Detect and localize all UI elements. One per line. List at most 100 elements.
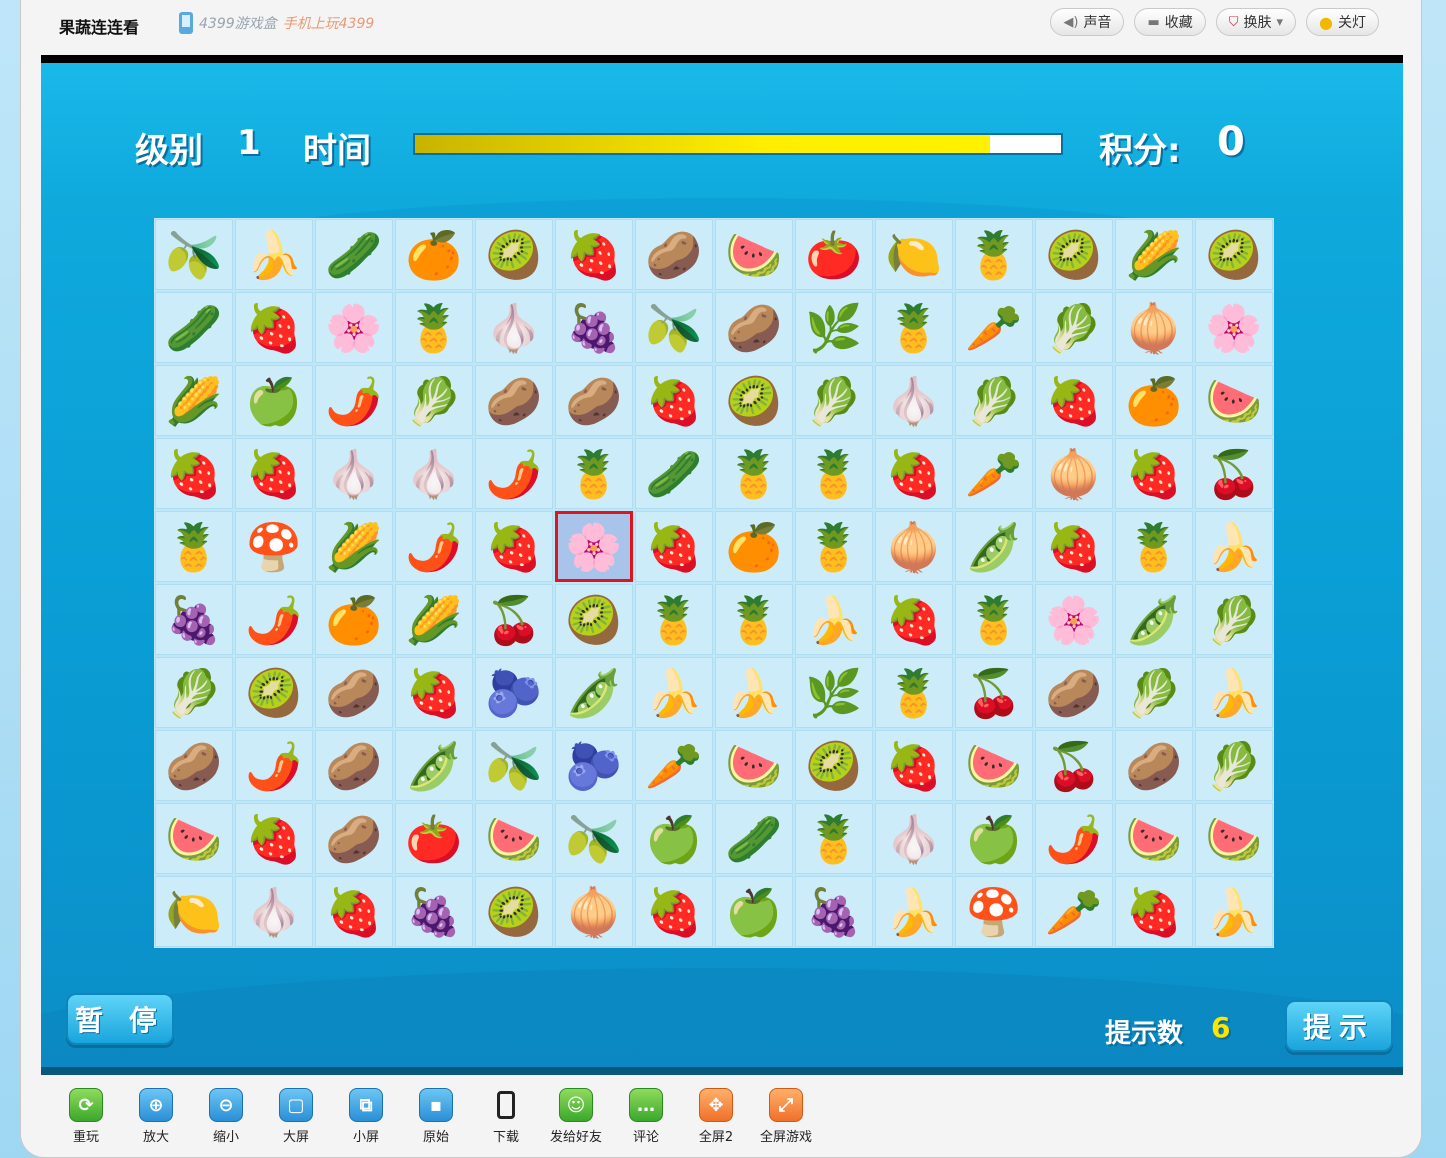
tile[interactable]: 🍇 — [795, 876, 873, 947]
tile[interactable]: 🍓 — [395, 657, 473, 728]
tile[interactable]: 🍄 — [955, 876, 1033, 947]
tile[interactable]: 🍄 — [235, 511, 313, 582]
tile[interactable]: 🥬 — [955, 365, 1033, 436]
tile[interactable]: 🧅 — [555, 876, 633, 947]
tile[interactable]: 🥒 — [715, 803, 793, 874]
tile[interactable]: 🥝 — [1035, 219, 1113, 290]
tile[interactable]: 🥔 — [315, 730, 393, 801]
tile[interactable]: 🍅 — [795, 219, 873, 290]
toolbar-small-screen-button[interactable]: ⧉ 小屏 — [331, 1088, 401, 1145]
tile[interactable]: 🥬 — [795, 365, 873, 436]
tile[interactable]: 🍓 — [555, 219, 633, 290]
hint-button[interactable]: 提示 — [1285, 1000, 1393, 1052]
tile[interactable]: 🥒 — [155, 292, 233, 363]
tile[interactable]: 🍊 — [315, 584, 393, 655]
tile[interactable]: 🍓 — [1035, 365, 1113, 436]
tile[interactable]: 🍊 — [715, 511, 793, 582]
tile[interactable]: 🥔 — [715, 292, 793, 363]
favorite-button[interactable]: ▬ 收藏 — [1134, 8, 1206, 36]
tile[interactable]: 🍒 — [475, 584, 553, 655]
tile[interactable]: 🍒 — [1195, 438, 1273, 509]
tile[interactable]: 🍒 — [1035, 730, 1113, 801]
tile[interactable]: 🌶️ — [315, 365, 393, 436]
tile[interactable]: 🥬 — [1115, 657, 1193, 728]
tile[interactable]: 🌸 — [1195, 292, 1273, 363]
tile[interactable]: 🍊 — [395, 219, 473, 290]
tile[interactable]: 🍌 — [875, 876, 953, 947]
tile[interactable]: 🌶️ — [235, 730, 313, 801]
tile[interactable]: 🥬 — [155, 657, 233, 728]
tile[interactable]: 🍇 — [395, 876, 473, 947]
tile[interactable]: 🍌 — [715, 657, 793, 728]
tile[interactable]: 🫛 — [395, 730, 473, 801]
tile[interactable]: 🌽 — [155, 365, 233, 436]
tile[interactable]: 🍏 — [235, 365, 313, 436]
tile[interactable]: 🍌 — [235, 219, 313, 290]
tile[interactable]: 🍓 — [475, 511, 553, 582]
tile[interactable]: 🌶️ — [395, 511, 473, 582]
tile[interactable]: 🫐 — [555, 730, 633, 801]
tile[interactable]: 🥔 — [315, 657, 393, 728]
tile[interactable]: 🍓 — [235, 803, 313, 874]
tile[interactable]: 🥬 — [1195, 730, 1273, 801]
tile[interactable]: 🥝 — [475, 876, 553, 947]
toolbar-comment-button[interactable]: … 评论 — [611, 1088, 681, 1145]
tile[interactable]: 🥔 — [1035, 657, 1113, 728]
tile[interactable]: 🍌 — [635, 657, 713, 728]
tile[interactable]: 🥝 — [235, 657, 313, 728]
tile[interactable]: 🥝 — [555, 584, 633, 655]
tile[interactable]: 🍉 — [1195, 803, 1273, 874]
tile[interactable]: 🥒 — [635, 438, 713, 509]
skin-button[interactable]: ⛉ 换肤 ▾ — [1215, 8, 1297, 36]
tile[interactable]: 🫒 — [475, 730, 553, 801]
tile[interactable]: 🌸 — [1035, 584, 1113, 655]
tile[interactable]: 🍊 — [1115, 365, 1193, 436]
tile[interactable]: 🥔 — [475, 365, 553, 436]
tile[interactable]: 🍌 — [795, 584, 873, 655]
tile[interactable]: 🌸 — [555, 511, 633, 582]
tile[interactable]: 🍒 — [955, 657, 1033, 728]
tile[interactable]: 🫐 — [475, 657, 553, 728]
tile[interactable]: 🍍 — [155, 511, 233, 582]
tile[interactable]: 🥕 — [955, 292, 1033, 363]
tile[interactable]: 🍉 — [475, 803, 553, 874]
tile[interactable]: 🧄 — [315, 438, 393, 509]
tile[interactable]: 🍍 — [795, 438, 873, 509]
tile[interactable]: 🍅 — [395, 803, 473, 874]
toolbar-large-screen-button[interactable]: ▢ 大屏 — [261, 1088, 331, 1145]
tile[interactable]: 🧄 — [875, 365, 953, 436]
tile[interactable]: 🍋 — [155, 876, 233, 947]
tile[interactable]: 🫛 — [1115, 584, 1193, 655]
tile[interactable]: 🍓 — [155, 438, 233, 509]
tile[interactable]: 🧄 — [395, 438, 473, 509]
tile[interactable]: 🍍 — [635, 584, 713, 655]
tile[interactable]: 🍉 — [955, 730, 1033, 801]
tile[interactable]: 🫒 — [155, 219, 233, 290]
tile[interactable]: 🌿 — [795, 292, 873, 363]
tile[interactable]: 🍓 — [1035, 511, 1113, 582]
tile[interactable]: 🍍 — [395, 292, 473, 363]
tile[interactable]: 🍍 — [1115, 511, 1193, 582]
toolbar-fullscreen2-button[interactable]: ✥ 全屏2 — [681, 1088, 751, 1145]
tile[interactable]: 🍓 — [635, 365, 713, 436]
tile[interactable]: 🫛 — [955, 511, 1033, 582]
tile[interactable]: 🥝 — [715, 365, 793, 436]
tile[interactable]: 🫛 — [555, 657, 633, 728]
tile[interactable]: 🍍 — [555, 438, 633, 509]
tile[interactable]: 🥕 — [635, 730, 713, 801]
tile[interactable]: 🍋 — [875, 219, 953, 290]
tile[interactable]: 🍓 — [635, 876, 713, 947]
tile[interactable]: 🍌 — [1195, 511, 1273, 582]
tile[interactable]: 🌽 — [1115, 219, 1193, 290]
tile[interactable]: 🍏 — [715, 876, 793, 947]
toolbar-zoom-in-button[interactable]: ⊕ 放大 — [121, 1088, 191, 1145]
tile[interactable]: 🧅 — [1115, 292, 1193, 363]
tile[interactable]: 🍉 — [155, 803, 233, 874]
tile[interactable]: 🌽 — [395, 584, 473, 655]
tile[interactable]: 🍍 — [715, 584, 793, 655]
tile[interactable]: 🌿 — [795, 657, 873, 728]
tile[interactable]: 🧅 — [875, 511, 953, 582]
toolbar-refresh-button[interactable]: ⟳ 重玩 — [51, 1088, 121, 1145]
tile[interactable]: 🥒 — [315, 219, 393, 290]
tile[interactable]: 🧄 — [235, 876, 313, 947]
